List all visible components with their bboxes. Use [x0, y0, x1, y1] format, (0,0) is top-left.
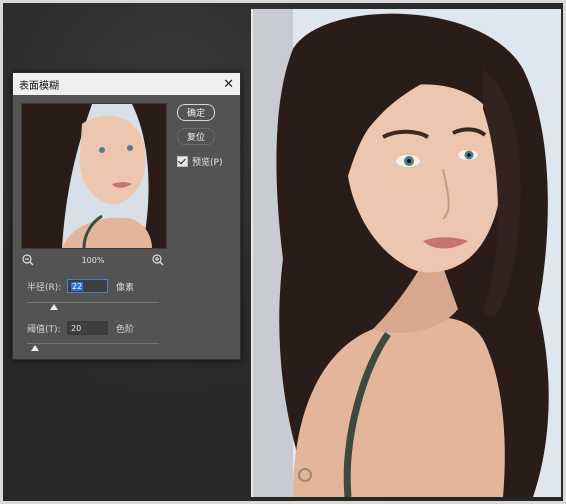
radius-value: 22	[71, 281, 84, 291]
portrait-photo	[253, 9, 561, 497]
radius-row: 半径(R): 22 像素	[27, 279, 134, 293]
threshold-row: 阈值(T): 20 色阶	[27, 321, 134, 335]
ok-button[interactable]: 确定	[177, 104, 215, 121]
threshold-unit: 色阶	[116, 324, 135, 335]
app-window: 表面模糊 ✕ 100% 确定 复位 预览(P) 半径(R): 22 像素 阈值(…	[0, 0, 566, 504]
threshold-input[interactable]: 20	[67, 321, 108, 335]
radius-label: 半径(R):	[27, 282, 62, 293]
document-image[interactable]	[251, 9, 561, 497]
dialog-title: 表面模糊	[19, 80, 59, 92]
preview-label: 预览(P)	[192, 158, 223, 168]
preview-pane[interactable]	[21, 103, 167, 249]
zoom-in-icon[interactable]	[151, 253, 165, 267]
reset-button[interactable]: 复位	[177, 128, 215, 145]
checkbox-checked-icon[interactable]	[177, 156, 188, 167]
dialog-titlebar[interactable]: 表面模糊 ✕	[13, 73, 240, 95]
radius-unit: 像素	[116, 282, 135, 293]
radius-slider-track[interactable]	[27, 302, 159, 303]
radius-slider-thumb[interactable]	[50, 304, 58, 310]
close-icon[interactable]: ✕	[223, 78, 234, 91]
threshold-value: 20	[71, 323, 82, 333]
threshold-slider-track[interactable]	[27, 343, 159, 344]
threshold-label: 阈值(T):	[27, 324, 61, 335]
surface-blur-dialog: 表面模糊 ✕ 100% 确定 复位 预览(P) 半径(R): 22 像素 阈值(…	[12, 72, 241, 360]
zoom-controls: 100%	[21, 253, 165, 267]
radius-input[interactable]: 22	[67, 279, 108, 293]
preview-image	[22, 104, 166, 248]
zoom-level: 100%	[81, 255, 105, 265]
threshold-slider-thumb[interactable]	[31, 345, 39, 351]
zoom-out-icon[interactable]	[21, 253, 35, 267]
preview-checkbox[interactable]: 预览(P)	[177, 155, 222, 168]
